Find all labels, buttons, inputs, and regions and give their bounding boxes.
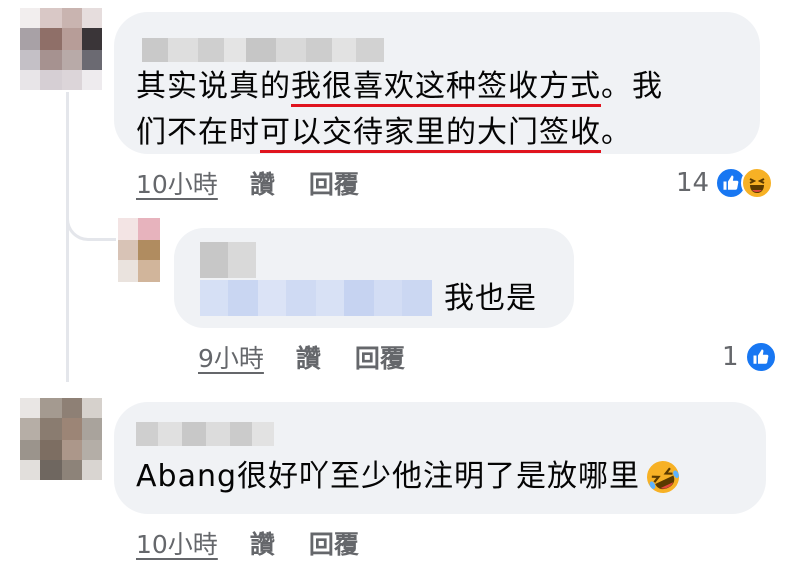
avatar[interactable] xyxy=(118,218,160,282)
timestamp-link[interactable]: 10小時 xyxy=(136,525,218,561)
thread-line xyxy=(66,92,69,382)
comment-bubble: 其实说真的我很喜欢这种签收方式。我 们不在时可以交待家里的大门签收。 xyxy=(114,12,760,154)
like-button[interactable]: 讚 xyxy=(250,525,275,561)
reply-connector xyxy=(66,215,116,241)
reply-button[interactable]: 回覆 xyxy=(309,525,359,561)
comment-actions: 10小時 讚 回覆 xyxy=(136,526,359,560)
rolling-on-floor-laughing-icon xyxy=(644,458,682,496)
like-button[interactable]: 讚 xyxy=(296,339,321,375)
comment-text: 我也是 xyxy=(444,281,537,316)
like-button[interactable]: 讚 xyxy=(250,165,275,201)
highlight-underline: 可以交待家里的大门签收 xyxy=(260,115,601,153)
timestamp-link[interactable]: 9小時 xyxy=(198,339,264,375)
reaction-count: 14 xyxy=(676,168,710,198)
comment-actions: 9小時 讚 回覆 xyxy=(198,340,405,374)
timestamp-link[interactable]: 10小時 xyxy=(136,165,218,201)
commenter-name-redacted[interactable] xyxy=(136,422,274,446)
reply-button[interactable]: 回覆 xyxy=(355,339,405,375)
commenter-name-redacted[interactable] xyxy=(142,38,384,62)
haha-icon xyxy=(741,167,774,199)
reply-button[interactable]: 回覆 xyxy=(309,165,359,201)
reaction-count: 1 xyxy=(722,342,739,372)
reaction-summary[interactable]: 1 xyxy=(722,340,777,374)
reaction-summary[interactable]: 14 xyxy=(676,166,774,200)
avatar[interactable] xyxy=(20,398,102,480)
avatar[interactable] xyxy=(20,8,102,90)
comment-actions: 10小時 讚 回覆 xyxy=(136,166,359,200)
commenter-name-redacted[interactable] xyxy=(200,242,256,278)
like-icon xyxy=(744,341,777,373)
tagged-name-redacted[interactable] xyxy=(200,280,432,316)
highlight-underline: 我很喜欢这种签收方式 xyxy=(291,69,601,107)
comment-text: 其实说真的我很喜欢这种签收方式。我 们不在时可以交待家里的大门签收。 xyxy=(136,64,663,156)
comment-text: Abang很好吖至少他注明了是放哪里 xyxy=(136,454,682,500)
reply-bubble: 我也是 xyxy=(174,228,574,328)
comment-bubble: Abang很好吖至少他注明了是放哪里 xyxy=(114,402,766,514)
